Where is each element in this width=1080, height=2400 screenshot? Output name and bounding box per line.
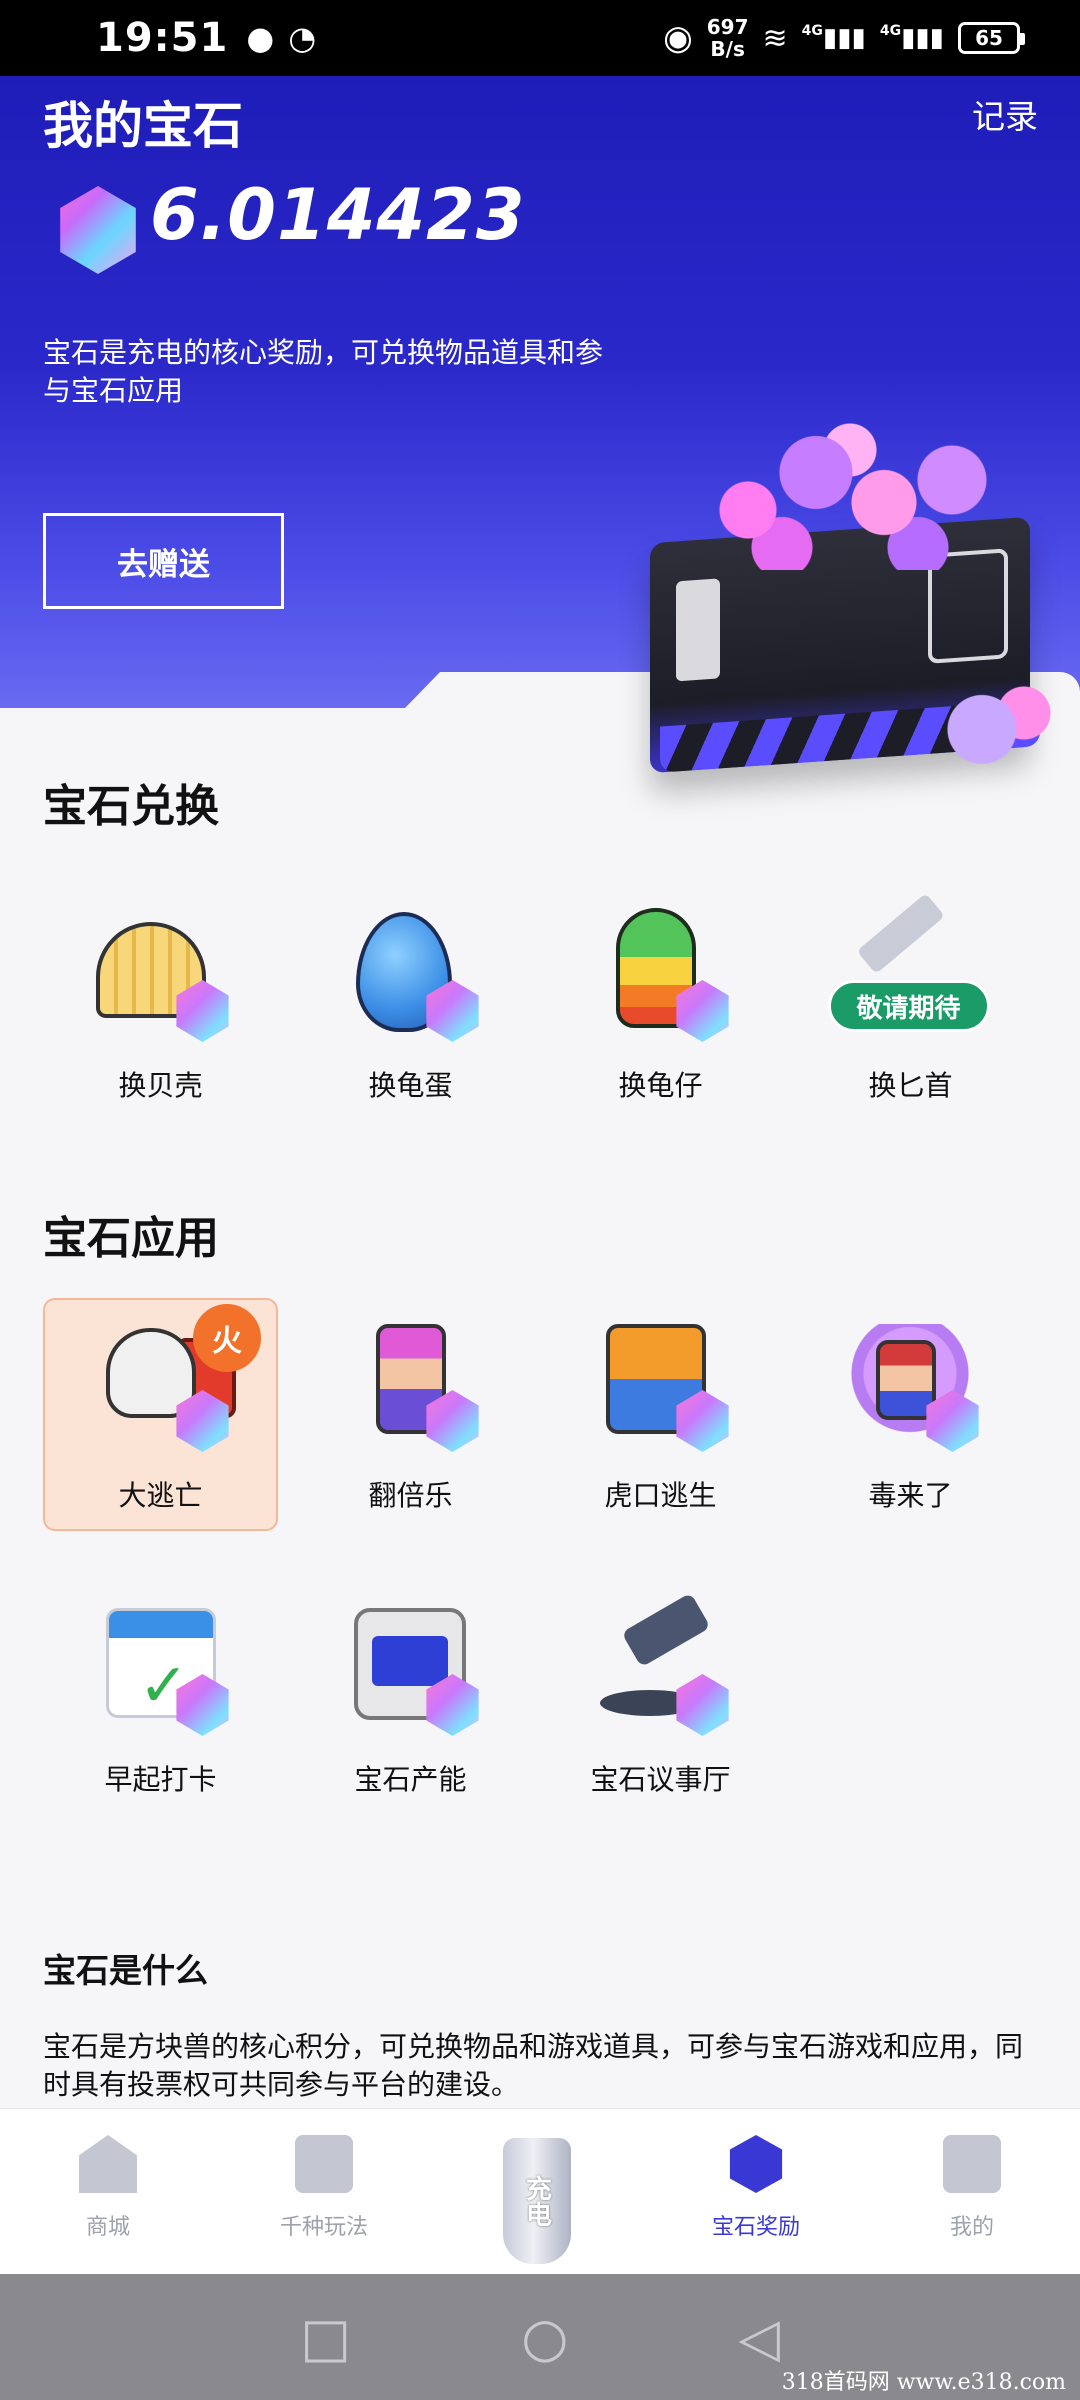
status-time: 19:51 bbox=[96, 15, 229, 61]
charge-plug-button[interactable]: 充电 bbox=[503, 2138, 571, 2264]
dagger-blade bbox=[856, 893, 945, 974]
watermark: 318首码网 www.e318.com bbox=[781, 2370, 1066, 2395]
poison-cloud-icon bbox=[836, 1310, 986, 1460]
crate-side-gems bbox=[940, 680, 1060, 790]
what-is-text: 宝石是方块兽的核心积分，可兑换物品和游戏道具，可参与宝石游戏和应用，同时具有投票… bbox=[43, 2030, 1024, 2101]
chip-icon bbox=[295, 2135, 353, 2193]
app-double-fun-label: 翻倍乐 bbox=[368, 1479, 453, 1512]
tab-gameplay-label: 千种玩法 bbox=[279, 2215, 368, 2240]
exchange-baby-turtle-label: 换龟仔 bbox=[618, 1069, 703, 1102]
pixel-character-icon bbox=[336, 1310, 486, 1460]
net-speed: 697 B/s bbox=[707, 16, 749, 60]
tab-gameplay[interactable]: 千种玩法 bbox=[244, 2135, 404, 2241]
app-poison-coming-label: 毒来了 bbox=[868, 1479, 953, 1512]
status-bar: 19:51 ● ◔ ◉ 697 B/s ≋ 4G▮▮▮ 4G▮▮▮ 65 bbox=[0, 0, 1080, 76]
tab-gem-rewards-label: 宝石奖励 bbox=[711, 2215, 800, 2240]
tab-mall[interactable]: 商城 bbox=[28, 2135, 188, 2241]
eye-icon: ◉ bbox=[663, 18, 693, 58]
tab-mine[interactable]: 我的 bbox=[892, 2135, 1052, 2241]
house-icon bbox=[79, 2135, 137, 2193]
gavel-icon bbox=[586, 1592, 736, 1744]
qq-notification-icon: ● bbox=[246, 19, 275, 57]
app-gem-council-label: 宝石议事厅 bbox=[590, 1763, 731, 1796]
app-double-fun[interactable]: 翻倍乐 bbox=[293, 1310, 528, 1514]
app-gem-council[interactable]: 宝石议事厅 bbox=[543, 1592, 778, 1798]
tab-mine-label: 我的 bbox=[949, 2215, 994, 2240]
gem-balance: 6.014423 bbox=[150, 174, 526, 256]
speedometer-icon: ◔ bbox=[288, 19, 317, 57]
tab-mall-label: 商城 bbox=[85, 2215, 130, 2240]
app-tiger-escape-label: 虎口逃生 bbox=[604, 1479, 717, 1512]
profile-icon bbox=[943, 2135, 1001, 2193]
battery-icon: 65 bbox=[958, 22, 1025, 54]
gem-icon bbox=[60, 186, 136, 274]
baby-turtle-icon bbox=[586, 900, 736, 1050]
machine-screen bbox=[371, 1636, 448, 1686]
record-link[interactable]: 记录 bbox=[972, 90, 1038, 138]
exchange-section-title: 宝石兑换 bbox=[43, 781, 219, 832]
wifi-icon: ≋ bbox=[762, 20, 788, 56]
app-early-checkin[interactable]: ✓ 早起打卡 bbox=[43, 1594, 278, 1798]
home-button[interactable]: ○ bbox=[521, 2306, 568, 2369]
machine-icon bbox=[336, 1594, 486, 1744]
net-speed-value: 697 bbox=[706, 15, 749, 39]
gem-icon bbox=[676, 1674, 729, 1736]
app-gem-productivity[interactable]: 宝石产能 bbox=[293, 1594, 528, 1798]
gem-reward-icon bbox=[729, 2135, 783, 2193]
dagger-icon: 敬请期待 bbox=[827, 893, 990, 1050]
status-left-icons: ● ◔ bbox=[246, 19, 316, 57]
exchange-turtle-egg[interactable]: 换龟蛋 bbox=[293, 900, 528, 1104]
crate-label bbox=[676, 578, 720, 682]
tiger-icon bbox=[586, 1310, 736, 1460]
exchange-baby-turtle[interactable]: 换龟仔 bbox=[543, 900, 778, 1104]
app-tiger-escape[interactable]: 虎口逃生 bbox=[543, 1310, 778, 1514]
app-poison-coming[interactable]: 毒来了 bbox=[793, 1310, 1028, 1514]
app-great-escape-label: 大逃亡 bbox=[118, 1479, 203, 1512]
turtle-egg-icon bbox=[336, 900, 486, 1050]
shell-icon bbox=[86, 900, 236, 1050]
tab-gem-rewards[interactable]: 宝石奖励 bbox=[676, 2135, 836, 2241]
app-early-checkin-label: 早起打卡 bbox=[104, 1763, 217, 1796]
exchange-shell[interactable]: 换贝壳 bbox=[43, 900, 278, 1104]
recents-button[interactable]: □ bbox=[300, 2306, 351, 2369]
app-gem-productivity-label: 宝石产能 bbox=[354, 1763, 467, 1796]
signal-1: 4G▮▮▮ bbox=[801, 23, 866, 53]
page-title: 我的宝石 bbox=[43, 97, 243, 155]
gem-crate-illustration bbox=[640, 420, 1060, 800]
hot-badge: 火 bbox=[193, 1304, 261, 1372]
status-right: ◉ 697 B/s ≋ 4G▮▮▮ 4G▮▮▮ 65 bbox=[663, 16, 1025, 60]
apps-section-title: 宝石应用 bbox=[43, 1213, 219, 1264]
crate-gems bbox=[680, 420, 1020, 570]
calendar-check-icon: ✓ bbox=[86, 1594, 236, 1744]
back-button[interactable]: ◁ bbox=[738, 2306, 780, 2369]
coming-soon-badge: 敬请期待 bbox=[827, 980, 990, 1032]
signal-2: 4G▮▮▮ bbox=[879, 23, 944, 53]
exchange-shell-label: 换贝壳 bbox=[118, 1069, 203, 1102]
net-speed-unit: B/s bbox=[710, 37, 745, 61]
hero-description: 宝石是充电的核心奖励，可兑换物品道具和参与宝石应用 bbox=[43, 336, 604, 407]
exchange-turtle-egg-label: 换龟蛋 bbox=[368, 1069, 453, 1102]
exchange-dagger[interactable]: 敬请期待 换匕首 bbox=[793, 893, 1028, 1104]
gavel-head bbox=[620, 1592, 711, 1668]
what-is-title: 宝石是什么 bbox=[43, 1951, 208, 1990]
gift-button[interactable]: 去赠送 bbox=[43, 513, 284, 609]
exchange-dagger-label: 换匕首 bbox=[868, 1069, 953, 1102]
